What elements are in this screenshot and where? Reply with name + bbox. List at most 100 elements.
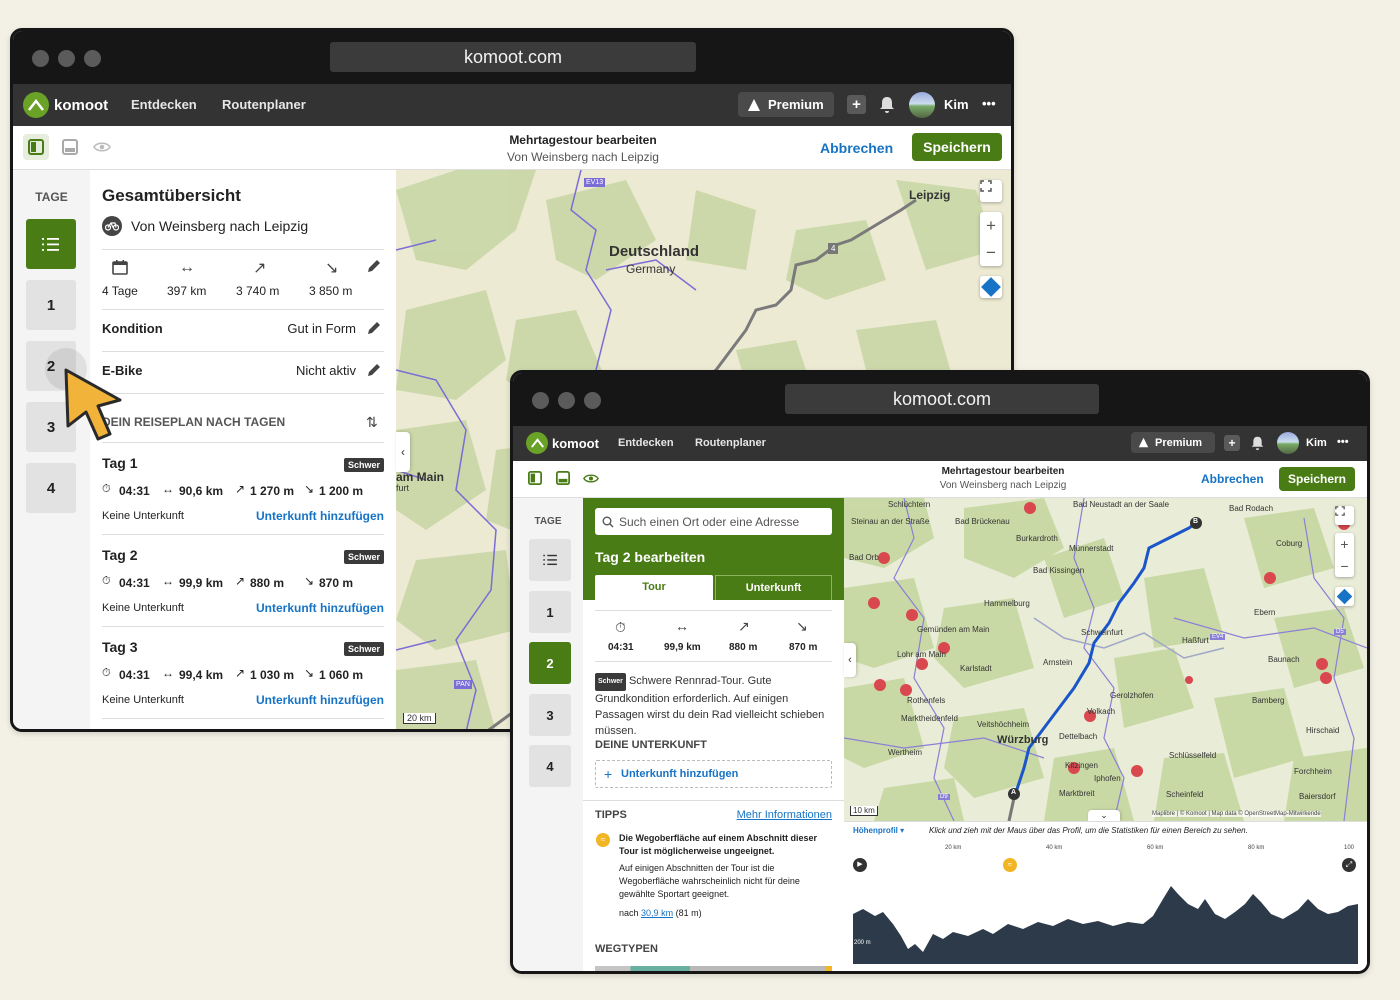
url-bar[interactable]: komoot.com (330, 42, 696, 72)
edit-kondition-icon[interactable] (366, 320, 382, 341)
day-entry-1[interactable]: Tag 1 Schwer ⏱ 04:31 ↔ 90,6 km ↗ 1 270 m… (90, 442, 396, 534)
waytypes-bar (595, 966, 832, 971)
day-button-1[interactable]: 1 (26, 280, 76, 330)
map-label: Münnerstadt (1069, 544, 1114, 553)
premium-button[interactable]: Premium (1131, 432, 1215, 453)
day-button-3[interactable]: 3 (529, 694, 571, 736)
day-button-2[interactable]: 2 (529, 642, 571, 684)
add-lodging-link[interactable]: Unterkunft hinzufügen (256, 693, 384, 707)
top-nav: komoot Entdecken Routenplaner Premium + … (13, 84, 1011, 126)
days-column: TAGE 1 2 3 4 (513, 498, 583, 971)
profile-dropdown[interactable]: Höhenprofil ▾ (853, 826, 904, 835)
play-icon[interactable]: ▶ (853, 858, 867, 872)
tips-heading: TIPPS (595, 809, 627, 821)
lodging-status: Keine Unterkunft (102, 510, 184, 522)
add-button[interactable]: + (847, 95, 866, 114)
more-info-link[interactable]: Mehr Informationen (737, 809, 832, 821)
save-button[interactable]: Speichern (912, 133, 1002, 161)
eye-icon[interactable] (581, 468, 601, 488)
stopwatch-icon: ⏱ (102, 575, 111, 587)
komoot-logo[interactable]: komoot (23, 92, 108, 118)
komoot-logo[interactable]: komoot (526, 432, 599, 454)
expand-icon[interactable]: ⤢ (1342, 858, 1356, 872)
map-label: Baiersdorf (1299, 792, 1336, 801)
map-label: Schlüchtern (888, 500, 931, 509)
edit-ebike-icon[interactable] (366, 362, 382, 383)
layout-bottom-icon[interactable] (553, 468, 573, 488)
lodging-heading: DEINE UNTERKUNFT (595, 739, 707, 751)
difficulty-badge: Schwer (343, 458, 384, 472)
user-name[interactable]: Kim (1306, 437, 1327, 449)
day-button-4[interactable]: 4 (26, 463, 76, 513)
fullscreen-button[interactable] (1335, 506, 1354, 525)
zoom-in-icon[interactable]: + (986, 216, 996, 236)
zoom-in-icon[interactable]: + (1340, 536, 1348, 552)
layout-sidebar-icon[interactable] (525, 468, 545, 488)
add-button[interactable]: + (1224, 435, 1240, 451)
bike-layer-button[interactable] (980, 276, 1002, 298)
bell-icon[interactable] (1250, 435, 1265, 454)
bell-icon[interactable] (878, 95, 896, 117)
list-icon (42, 237, 59, 251)
nav-link-entdecken[interactable]: Entdecken (618, 437, 674, 449)
premium-button[interactable]: Premium (738, 92, 834, 117)
overview-button[interactable] (26, 219, 76, 269)
edit-day-panel: Such einen Ort oder eine Adresse Tag 2 b… (583, 498, 844, 971)
day-entry-time: 04:31 (119, 668, 150, 682)
day-entry-2[interactable]: Tag 2 Schwer ⏱ 04:31 ↔ 99,9 km ↗ 880 m ↘… (90, 534, 396, 626)
overview-button[interactable] (529, 539, 571, 581)
zoom-out-icon[interactable]: − (986, 243, 996, 263)
layout-sidebar-icon[interactable] (23, 134, 49, 160)
map-label-city2b: furt (396, 483, 410, 493)
divider (102, 393, 384, 394)
premium-icon (748, 98, 760, 111)
nav-link-routenplaner[interactable]: Routenplaner (222, 97, 306, 112)
edit-pencil-icon[interactable] (366, 258, 382, 279)
window-minimize-dot[interactable] (58, 50, 75, 67)
overview-title: Gesamtübersicht (102, 186, 241, 205)
collapse-panel-button[interactable]: ‹ (396, 432, 410, 472)
cancel-button[interactable]: Abbrechen (1201, 472, 1264, 486)
add-lodging-label: Unterkunft hinzufügen (621, 768, 739, 780)
url-bar[interactable]: komoot.com (785, 384, 1099, 414)
bike-layer-button[interactable] (1335, 587, 1354, 606)
window-close-dot[interactable] (32, 50, 49, 67)
avatar[interactable] (1277, 432, 1299, 454)
ascent-icon: ↗ (235, 666, 246, 680)
bike-icon (102, 216, 122, 236)
tab-tour[interactable]: Tour (595, 575, 713, 600)
add-lodging-button[interactable]: + Unterkunft hinzufügen (595, 760, 832, 788)
add-lodging-link[interactable]: Unterkunft hinzufügen (256, 509, 384, 523)
zoom-out-icon[interactable]: − (1340, 558, 1348, 574)
map-label: Forchheim (1294, 767, 1332, 776)
add-lodging-link[interactable]: Unterkunft hinzufügen (256, 601, 384, 615)
more-menu-icon[interactable]: ••• (982, 96, 996, 111)
avatar[interactable] (909, 92, 935, 118)
search-input[interactable]: Such einen Ort oder eine Adresse (595, 508, 832, 535)
layout-bottom-icon[interactable] (57, 134, 83, 160)
collapse-panel-button[interactable]: ‹ (844, 643, 856, 677)
cancel-button[interactable]: Abbrechen (820, 140, 893, 156)
window-minimize-dot[interactable] (558, 392, 575, 409)
tip-distance-link[interactable]: 30,9 km (641, 908, 673, 918)
nav-link-routenplaner[interactable]: Routenplaner (695, 437, 766, 449)
map-view[interactable]: Würzburg Schlüchtern Steinau an der Stra… (844, 498, 1367, 821)
day-button-1[interactable]: 1 (529, 591, 571, 633)
eye-icon[interactable] (89, 134, 115, 160)
day-entry-3[interactable]: Tag 3 Schwer ⏱ 04:31 ↔ 99,4 km ↗ 1 030 m… (90, 626, 396, 718)
elevation-profile[interactable]: Höhenprofil ▾ Klick und zieh mit der Mau… (844, 821, 1367, 971)
tab-lodging[interactable]: Unterkunft (715, 575, 832, 600)
sort-icon[interactable]: ⇅ (366, 414, 378, 431)
more-menu-icon[interactable]: ••• (1337, 436, 1349, 448)
day-button-4[interactable]: 4 (529, 745, 571, 787)
fullscreen-button[interactable] (980, 180, 1002, 202)
expand-profile-button[interactable]: ⌄ (1088, 810, 1120, 821)
window-close-dot[interactable] (532, 392, 549, 409)
toolbar-subtitle: Von Weinsberg nach Leipzig (939, 480, 1067, 491)
nav-link-entdecken[interactable]: Entdecken (131, 97, 197, 112)
tour-description: Schwer Schwere Rennrad-Tour. Gute Grundk… (595, 673, 835, 739)
window-maximize-dot[interactable] (584, 392, 601, 409)
user-name[interactable]: Kim (944, 97, 969, 112)
save-button[interactable]: Speichern (1279, 467, 1355, 491)
window-maximize-dot[interactable] (84, 50, 101, 67)
